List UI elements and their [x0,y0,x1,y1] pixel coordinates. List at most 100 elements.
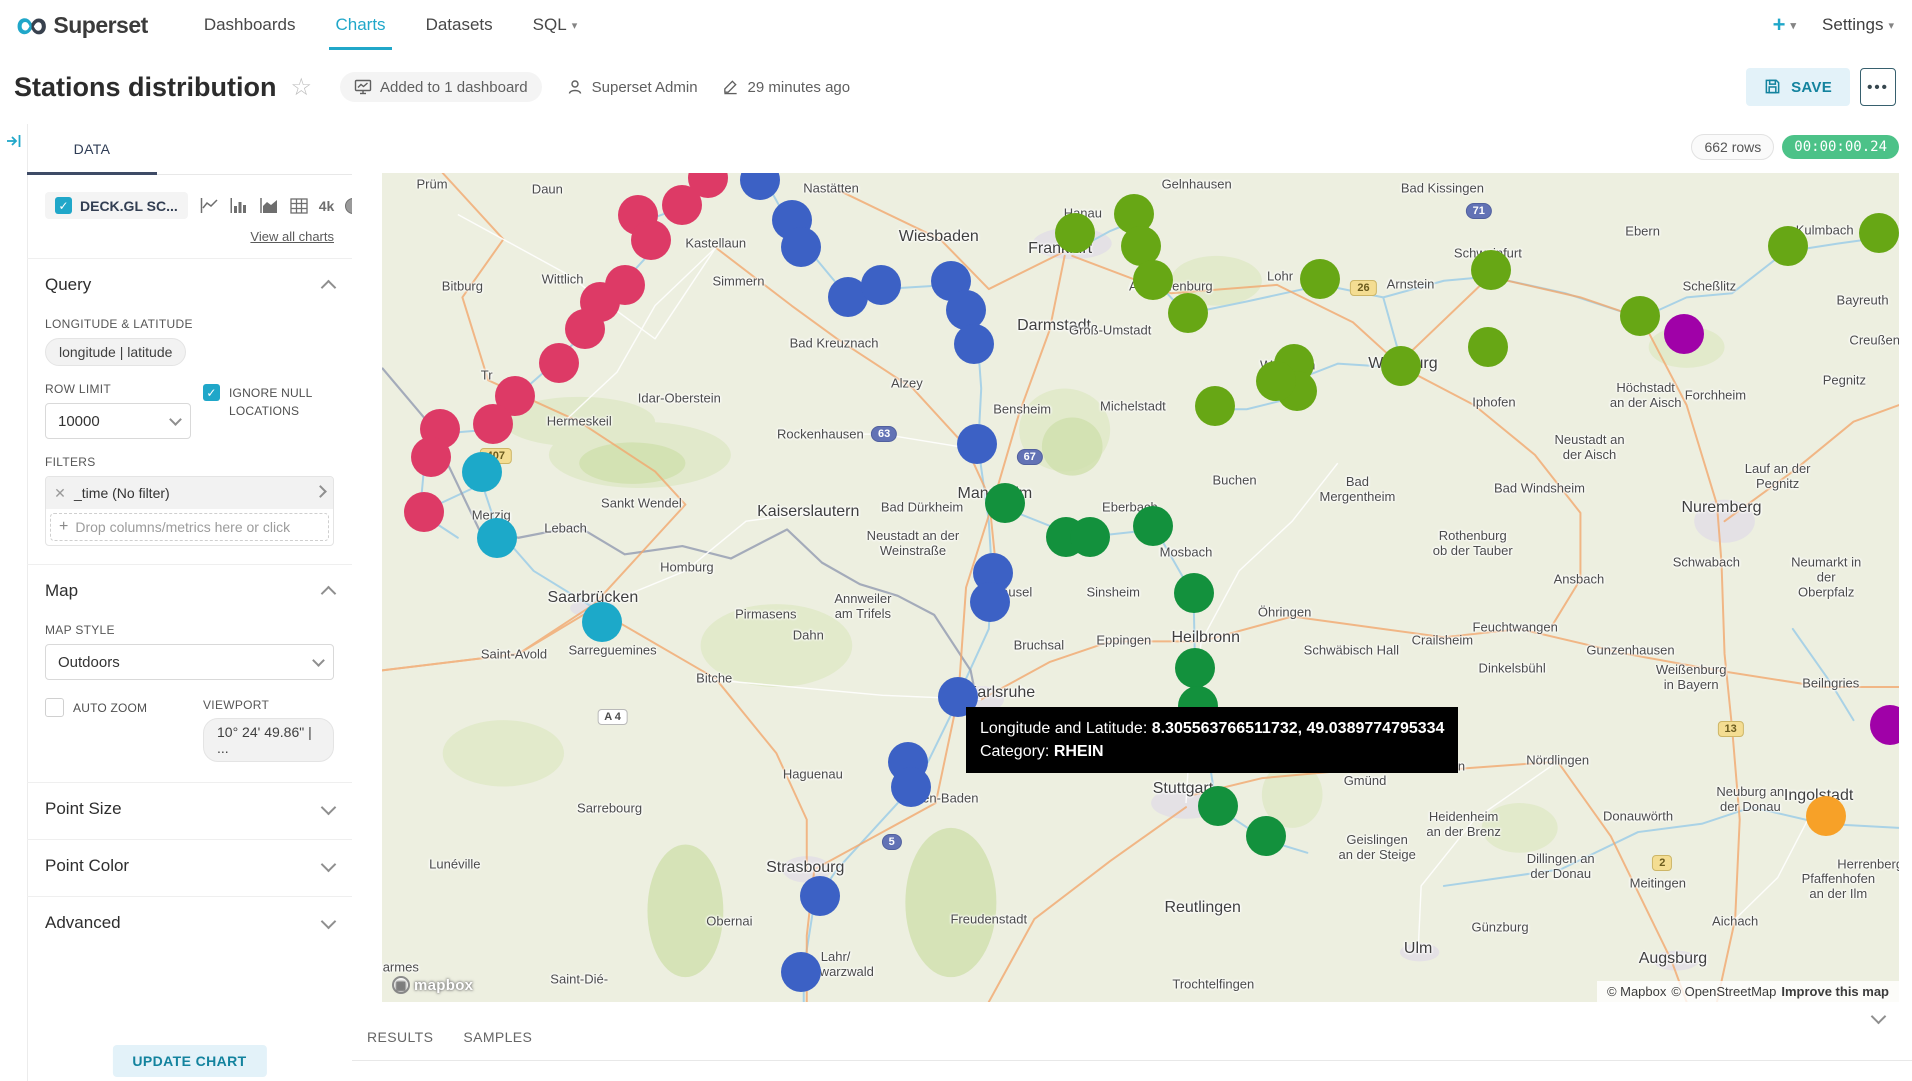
deckgl-scatter-map[interactable]: PrümDaunNastättenGelnhausenHanauBad Kiss… [382,173,1899,1002]
chevron-up-icon [321,279,337,295]
tab-data[interactable]: DATA [27,124,157,174]
big-number-icon[interactable]: 4k [319,198,335,214]
map-point-orange[interactable] [1806,796,1846,836]
nav-item-sql[interactable]: SQL▾ [513,0,598,50]
filter-item[interactable]: ✕ _time (No filter) [46,477,333,509]
point-color-section-header[interactable]: Point Color [45,840,334,882]
viewport-value-pill[interactable]: 10° 24' 49.86" | ... [203,718,334,762]
map-point-lime[interactable] [1468,327,1508,367]
pencil-icon [722,78,740,96]
map-point-blue[interactable] [891,767,931,807]
filters-box: ✕ _time (No filter) + Drop columns/metri… [45,476,334,546]
advanced-section-header[interactable]: Advanced [45,897,334,939]
map-point-lime[interactable] [1768,226,1808,266]
map-point-lime[interactable] [1471,250,1511,290]
map-point-green[interactable] [1174,573,1214,613]
map-point-lime[interactable] [1133,260,1173,300]
dashboards-badge[interactable]: Added to 1 dashboard [340,72,542,102]
expand-panel-icon[interactable] [5,132,23,155]
map-point-pink[interactable] [404,492,444,532]
map-point-cyan[interactable] [582,602,622,642]
map-point-blue[interactable] [861,265,901,305]
map-point-lime[interactable] [1859,213,1899,253]
map-point-green[interactable] [1070,517,1110,557]
map-point-blue[interactable] [970,582,1010,622]
nav-item-datasets[interactable]: Datasets [406,0,513,50]
last-modified-badge[interactable]: 29 minutes ago [722,78,851,96]
map-point-cyan[interactable] [462,452,502,492]
map-point-blue[interactable] [800,876,840,916]
map-point-green[interactable] [985,483,1025,523]
point-size-title: Point Size [45,799,122,819]
map-style-select[interactable]: Outdoors [45,644,334,680]
map-point-purple[interactable] [1664,314,1704,354]
mapbox-logo[interactable]: ▣ mapbox [392,976,473,994]
map-point-blue[interactable] [946,290,986,330]
more-options-button[interactable]: ••• [1860,68,1896,106]
map-point-green[interactable] [1198,786,1238,826]
filter-drop-zone[interactable]: + Drop columns/metrics here or click [50,513,329,541]
user-icon [566,78,584,96]
mapbox-logo-text: mapbox [414,977,473,994]
update-chart-button[interactable]: UPDATE CHART [112,1045,266,1077]
table-icon[interactable] [290,198,308,214]
auto-zoom-checkbox-row[interactable]: AUTO ZOOM [45,698,191,717]
owner-badge[interactable]: Superset Admin [566,78,698,96]
auto-zoom-label: AUTO ZOOM [73,699,147,717]
map-point-lime[interactable] [1256,361,1296,401]
map-point-pink[interactable] [662,185,702,225]
view-all-charts-link[interactable]: View all charts [45,229,334,244]
map-point-lime[interactable] [1381,346,1421,386]
query-section-title: Query [45,275,91,295]
top-navbar: ∞ Superset Dashboards Charts Datasets SQ… [0,0,1912,51]
query-timer-badge: 00:00:00.24 [1782,135,1899,159]
nav-item-dashboards[interactable]: Dashboards [184,0,316,50]
save-button[interactable]: SAVE [1746,68,1850,106]
map-point-pink[interactable] [473,404,513,444]
superset-logo[interactable]: ∞ Superset [16,7,148,43]
line-chart-icon[interactable] [200,197,219,214]
query-section-header[interactable]: Query [45,259,334,301]
divider [352,1060,1912,1061]
mapbox-attribution-link[interactable]: © Mapbox [1607,984,1666,999]
row-count-badge: 662 rows [1691,134,1774,160]
map-point-lime[interactable] [1195,386,1235,426]
map-point-cyan[interactable] [477,518,517,558]
map-point-pink[interactable] [631,220,671,260]
map-point-blue[interactable] [954,324,994,364]
panel-gutter [0,124,28,1081]
viz-type-selected[interactable]: ✓ DECK.GL SC... [45,192,188,219]
favorite-star-icon[interactable]: ☆ [291,73,313,102]
map-point-lime[interactable] [1620,296,1660,336]
map-point-pink[interactable] [565,309,605,349]
map-point-lime[interactable] [1168,293,1208,333]
map-section-header[interactable]: Map [45,565,334,607]
map-point-green[interactable] [1133,506,1173,546]
tab-results[interactable]: RESULTS [367,1029,433,1045]
area-chart-icon[interactable] [260,197,279,214]
map-point-pink[interactable] [411,437,451,477]
bar-chart-icon[interactable] [230,197,249,214]
collapse-results-chevron-icon[interactable] [1873,1009,1884,1027]
row-limit-select[interactable]: 10000 [45,403,191,439]
improve-map-link[interactable]: Improve this map [1781,984,1889,999]
map-point-blue[interactable] [957,424,997,464]
lonlat-value-pill[interactable]: longitude | latitude [45,338,186,366]
map-point-green[interactable] [1246,816,1286,856]
ignore-null-checkbox-row[interactable]: ✓ IGNORE NULL LOCATIONS [203,384,334,420]
add-new-button[interactable]: +▾ [1773,12,1796,38]
osm-attribution-link[interactable]: © OpenStreetMap [1671,984,1776,999]
remove-filter-icon[interactable]: ✕ [46,485,74,502]
map-point-lime[interactable] [1055,213,1095,253]
map-point-blue[interactable] [781,952,821,992]
nav-item-charts[interactable]: Charts [315,0,405,50]
map-point-lime[interactable] [1300,259,1340,299]
settings-menu[interactable]: Settings▾ [1822,15,1894,35]
save-button-label: SAVE [1791,79,1832,96]
tab-samples[interactable]: SAMPLES [463,1029,532,1045]
map-point-pink[interactable] [539,343,579,383]
map-point-green[interactable] [1175,648,1215,688]
panel-tabbar: DATA [27,124,352,175]
point-size-section-header[interactable]: Point Size [45,783,334,825]
map-point-blue[interactable] [781,227,821,267]
